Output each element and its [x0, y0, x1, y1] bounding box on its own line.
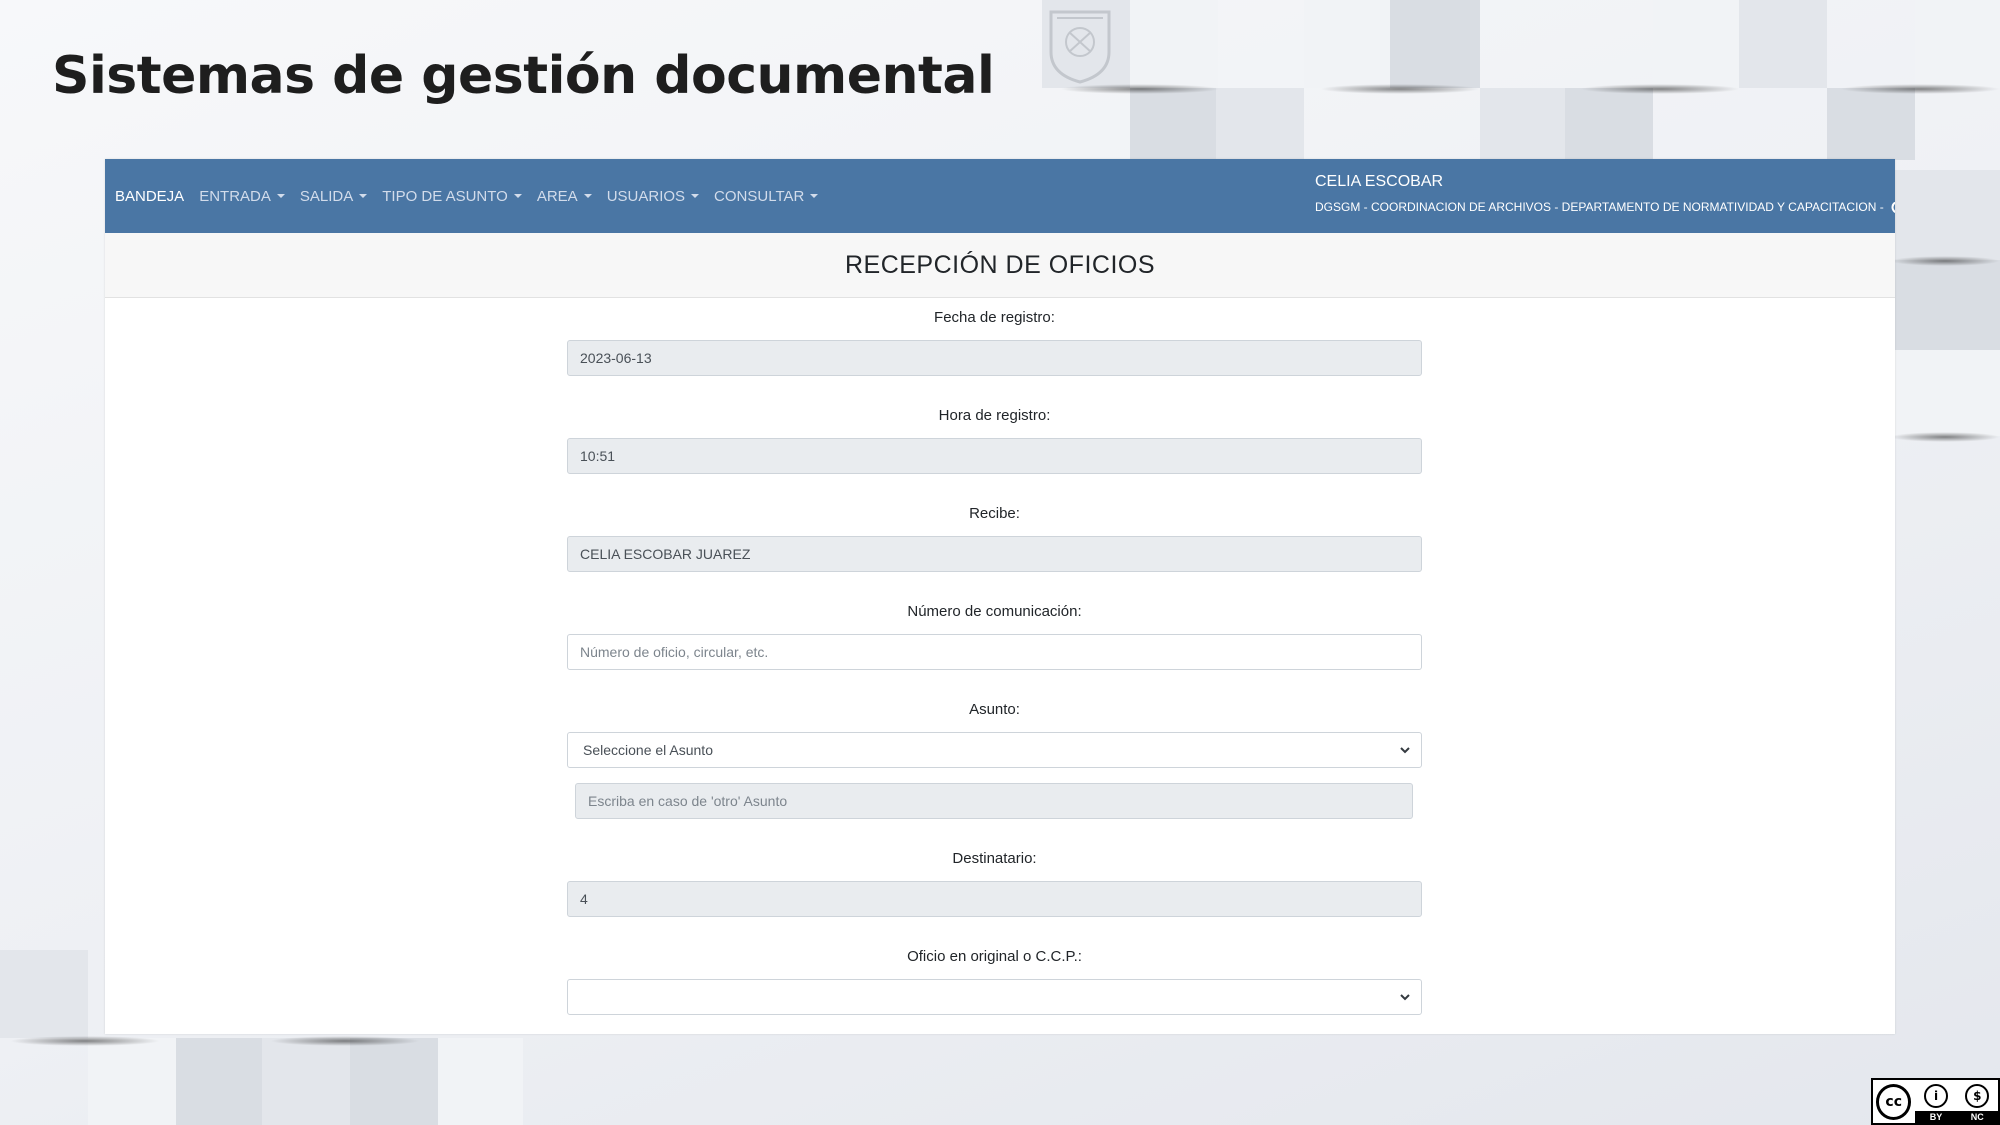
field-hora: Hora de registro: 10:51 — [567, 407, 1422, 474]
field-destinatario: Destinatario: 4 — [567, 850, 1422, 917]
nav-usuarios[interactable]: USUARIOS — [606, 187, 700, 205]
university-seal-icon — [1049, 10, 1111, 84]
numero-label: Número de comunicación: — [907, 603, 1082, 620]
cc-license-labels: BY NC — [1915, 1111, 1998, 1123]
app-window: BANDEJA ENTRADA SALIDA TIPO DE ASUNTO AR… — [105, 159, 1895, 1034]
hora-input[interactable]: 10:51 — [567, 438, 1422, 474]
caret-down-icon — [359, 194, 368, 198]
nav-entrada-label: ENTRADA — [199, 187, 271, 205]
user-department: DGSGM - COORDINACION DE ARCHIVOS - DEPAR… — [1315, 200, 1884, 214]
caret-down-icon — [583, 194, 592, 198]
field-asunto: Asunto: Seleccione el Asunto Escriba en … — [567, 701, 1422, 819]
fecha-input[interactable]: 2023-06-13 — [567, 340, 1422, 376]
hora-label: Hora de registro: — [938, 407, 1051, 424]
oficio-label: Oficio en original o C.C.P.: — [907, 948, 1082, 965]
user-info: CELIA ESCOBAR DGSGM - COORDINACION DE AR… — [1315, 173, 1895, 215]
attribution-icon: i — [1924, 1083, 1949, 1108]
destinatario-label: Destinatario: — [952, 850, 1037, 867]
creative-commons-icon: cc — [1876, 1083, 1912, 1120]
caret-down-icon — [276, 194, 285, 198]
user-department-row: DGSGM - COORDINACION DE ARCHIVOS - DEPAR… — [1315, 199, 1895, 215]
asunto-label: Asunto: — [969, 701, 1020, 718]
destinatario-input[interactable]: 4 — [567, 881, 1422, 917]
chevron-down-icon — [1400, 747, 1410, 754]
nav-consultar-label: CONSULTAR — [714, 187, 805, 205]
recepcion-form: Fecha de registro: 2023-06-13 Hora de re… — [567, 309, 1422, 1034]
nav-bandeja[interactable]: BANDEJA — [115, 188, 184, 205]
nav-area-label: AREA — [536, 187, 578, 205]
top-navbar: BANDEJA ENTRADA SALIDA TIPO DE ASUNTO AR… — [105, 159, 1895, 233]
field-recibe: Recibe: CELIA ESCOBAR JUAREZ — [567, 505, 1422, 572]
nav-tipo-de-asunto-label: TIPO DE ASUNTO — [382, 187, 508, 205]
nav-entrada[interactable]: ENTRADA — [199, 188, 285, 205]
power-icon[interactable] — [1890, 199, 1895, 215]
caret-down-icon — [810, 194, 819, 198]
field-oficio: Oficio en original o C.C.P.: — [567, 948, 1422, 1015]
asunto-select[interactable]: Seleccione el Asunto — [567, 732, 1422, 768]
nav-area[interactable]: AREA — [537, 188, 592, 205]
chevron-down-icon — [1400, 994, 1410, 1001]
nav-usuarios-label: USUARIOS — [606, 187, 686, 205]
fecha-label: Fecha de registro: — [934, 309, 1055, 326]
field-fecha: Fecha de registro: 2023-06-13 — [567, 309, 1422, 376]
numero-input[interactable]: Número de oficio, circular, etc. — [567, 634, 1422, 670]
asunto-otro-input[interactable]: Escriba en caso de 'otro' Asunto — [575, 783, 1413, 819]
page-title: RECEPCIÓN DE OFICIOS — [844, 250, 1156, 279]
caret-down-icon — [513, 194, 522, 198]
asunto-selected: Seleccione el Asunto — [583, 742, 713, 758]
nav-salida[interactable]: SALIDA — [299, 187, 368, 205]
cc-by-label: BY — [1929, 1112, 1943, 1122]
nav-bandeja-label: BANDEJA — [115, 187, 185, 205]
nav-consultar[interactable]: CONSULTAR — [714, 187, 819, 205]
field-numero: Número de comunicación: Número de oficio… — [567, 603, 1422, 670]
cc-license-icons: i $ — [1915, 1080, 1998, 1111]
card-header: RECEPCIÓN DE OFICIOS — [105, 233, 1895, 298]
user-name: CELIA ESCOBAR — [1315, 173, 1444, 190]
recibe-input[interactable]: CELIA ESCOBAR JUAREZ — [567, 536, 1422, 572]
nav-salida-label: SALIDA — [299, 187, 354, 205]
cc-license-right: i $ BY NC — [1915, 1080, 1998, 1123]
cc-license-badge: cc i $ BY NC — [1871, 1078, 2000, 1125]
non-commercial-icon: $ — [1965, 1083, 1990, 1108]
nav-tipo-de-asunto[interactable]: TIPO DE ASUNTO — [382, 188, 522, 205]
cc-nc-label: NC — [1970, 1112, 1984, 1122]
oficio-select[interactable] — [567, 979, 1422, 1015]
recibe-label: Recibe: — [969, 505, 1020, 522]
caret-down-icon — [691, 194, 700, 198]
slide-title: Sistemas de gestión documental — [52, 46, 995, 106]
